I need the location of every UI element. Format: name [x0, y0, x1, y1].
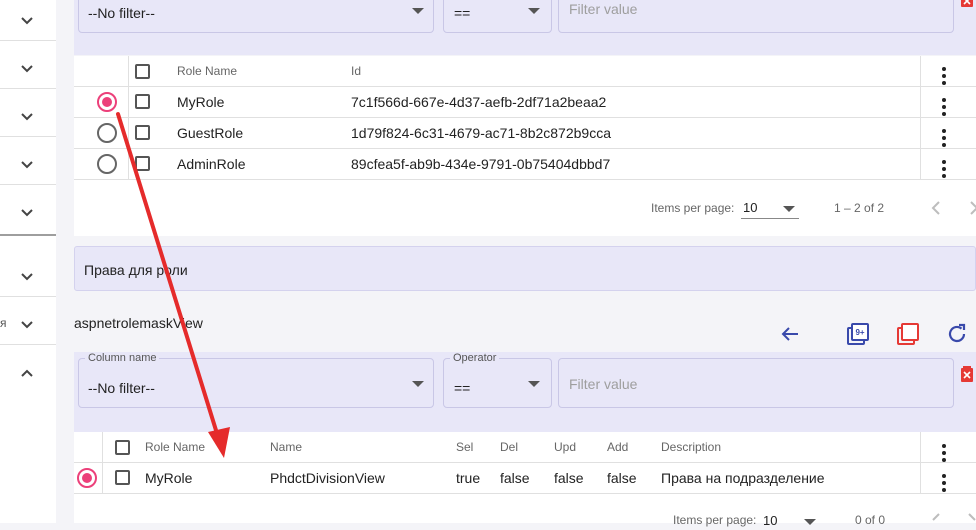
- annotation-arrow: [116, 112, 230, 458]
